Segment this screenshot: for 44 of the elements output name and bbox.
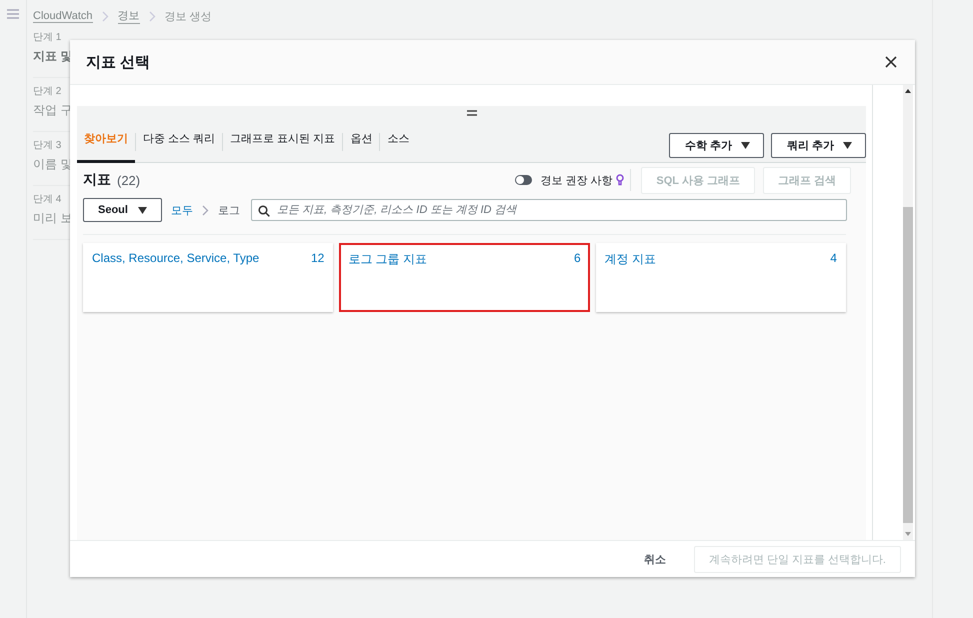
- step-title[interactable]: 작업 구: [33, 102, 72, 119]
- modal-title: 지표 선택: [86, 52, 150, 72]
- metric-card[interactable]: Class, Resource, Service, Type 12: [83, 243, 334, 312]
- caret-icon: [740, 142, 750, 149]
- toggle-label: 경보 권장 사항: [540, 174, 612, 188]
- card-count: 4: [830, 251, 837, 265]
- tab[interactable]: 그래프로 표시된 지표: [223, 122, 342, 163]
- scrollbar[interactable]: [903, 85, 913, 540]
- cancel-button[interactable]: 취소: [638, 550, 672, 568]
- close-button[interactable]: [883, 54, 899, 70]
- breadcrumb-link[interactable]: 경보: [118, 8, 140, 24]
- tab[interactable]: 다중 소스 쿼리: [136, 122, 222, 163]
- search-field[interactable]: 모든 지표, 측정기준, 리소스 ID 또는 계정 ID 검색: [250, 199, 847, 221]
- breadcrumb-text: 경보 생성: [164, 10, 212, 24]
- lightbulb-icon: [616, 174, 624, 186]
- tab[interactable]: 옵션: [343, 122, 380, 163]
- metric-card[interactable]: 계정 지표 4: [596, 243, 846, 312]
- card-title: 계정 지표: [604, 251, 656, 268]
- panel-title: 지표: [83, 171, 111, 189]
- card-count: 12: [310, 251, 324, 265]
- path-text: 로그: [218, 204, 240, 218]
- caret-icon: [843, 142, 852, 149]
- dropdown-button[interactable]: 쿼리 추가: [770, 133, 866, 158]
- scroll-up-icon[interactable]: [905, 89, 911, 93]
- step-number: 단계 1: [33, 31, 62, 44]
- breadcrumb-link[interactable]: CloudWatch: [33, 10, 93, 22]
- chevron-icon: [148, 10, 156, 22]
- card-title: Class, Resource, Service, Type: [92, 251, 260, 265]
- metric-count: (22): [117, 172, 140, 188]
- metric-card[interactable]: 로그 그룹 지표 6: [339, 243, 590, 312]
- dropdown-button[interactable]: 수학 추가: [668, 133, 764, 158]
- tab[interactable]: 소스: [380, 122, 416, 163]
- toggle-switch[interactable]: [515, 175, 532, 185]
- card-count: 6: [574, 251, 581, 265]
- card-title: 로그 그룹 지표: [348, 251, 427, 268]
- step-number: 단계 3: [33, 139, 62, 152]
- step-number: 단계 2: [33, 85, 62, 98]
- region-dropdown[interactable]: Seoul: [83, 198, 162, 222]
- path-link[interactable]: 모두: [170, 202, 193, 218]
- chevron-icon: [102, 10, 109, 22]
- resize-handle-icon[interactable]: [466, 110, 476, 116]
- caret-icon: [138, 206, 147, 214]
- step-number: 단계 4: [33, 193, 62, 206]
- chevron-icon: [202, 204, 209, 216]
